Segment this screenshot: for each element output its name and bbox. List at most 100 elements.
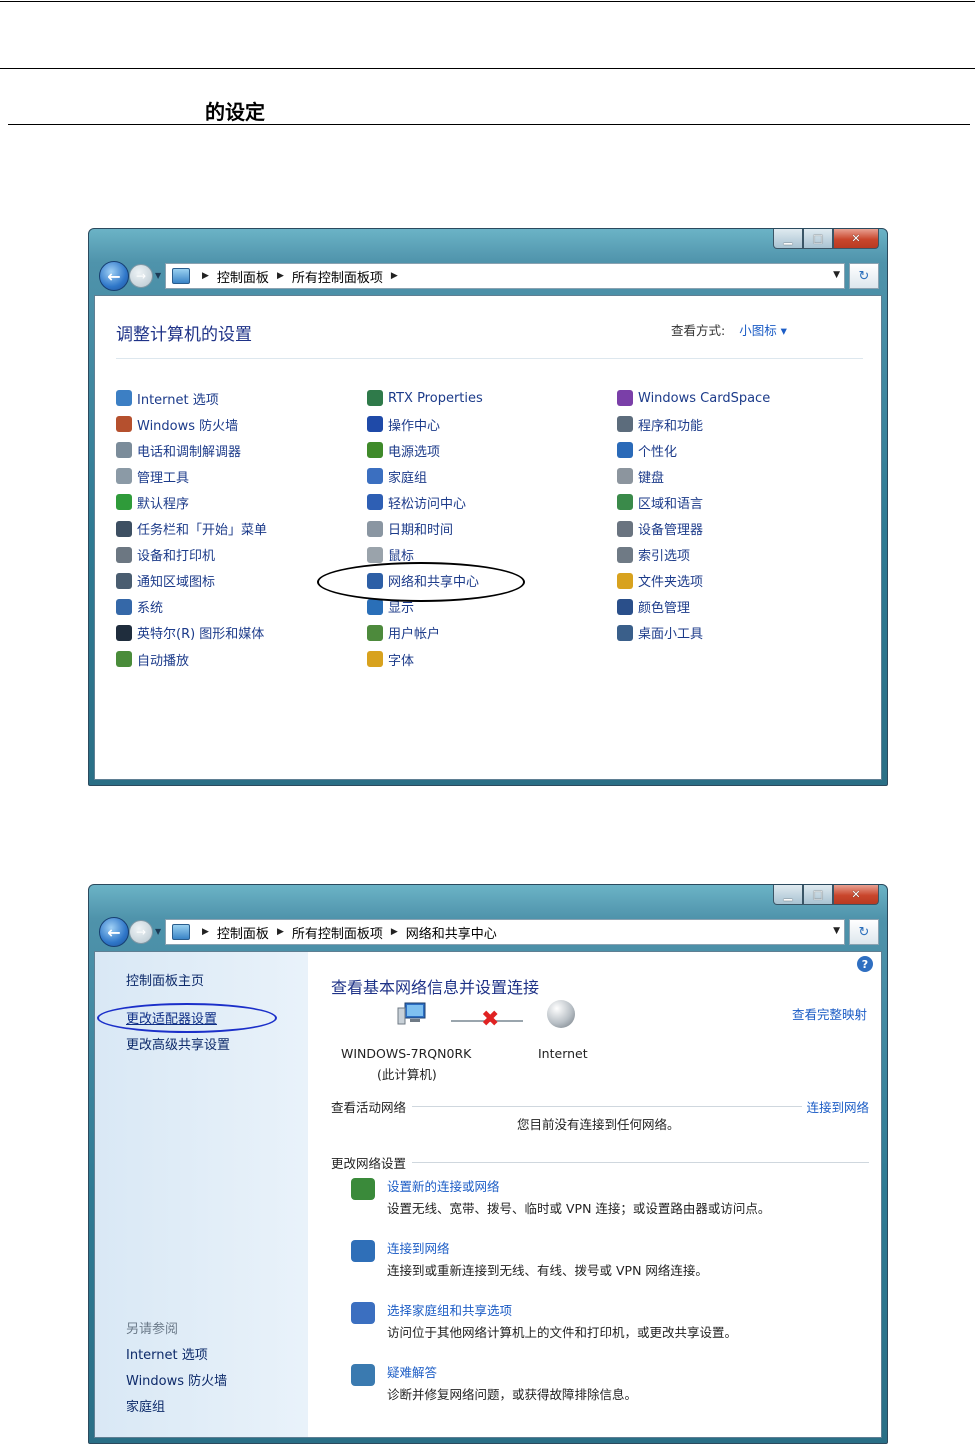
control-panel-item-label: 用户帐户 — [388, 627, 441, 643]
see-also-homegroup[interactable]: 家庭组 — [126, 1396, 165, 1415]
phone-modem-icon — [116, 442, 132, 459]
close-button[interactable]: ✕ — [833, 229, 879, 249]
page-title: 查看基本网络信息并设置连接 — [331, 978, 540, 997]
connect-to-network-link[interactable]: 连接到网络 — [802, 1097, 869, 1116]
control-panel-item[interactable]: Windows CardSpace — [617, 387, 770, 409]
header-rule — [0, 68, 975, 69]
network-task-link[interactable]: 设置新的连接或网络 — [387, 1176, 500, 1195]
admin-tools-icon — [116, 468, 132, 485]
address-dropdown-icon[interactable]: ▼ — [833, 270, 840, 280]
close-button[interactable]: ✕ — [833, 885, 879, 905]
history-dropdown-icon[interactable]: ▼ — [155, 927, 161, 936]
datetime-icon — [367, 520, 383, 537]
view-by-dropdown[interactable]: 小图标 ▾ — [739, 323, 787, 338]
help-icon[interactable]: ? — [857, 956, 873, 972]
breadcrumb-arrow-icon[interactable]: ▶ — [202, 271, 209, 281]
control-panel-item-label: RTX Properties — [388, 390, 483, 406]
autoplay-icon — [116, 651, 132, 667]
address-bar[interactable]: ▶ 控制面板 ▶ 所有控制面板项 ▶ ▼ — [165, 263, 845, 289]
control-panel-item[interactable]: 英特尔(R) 图形和媒体 — [116, 622, 264, 644]
view-by: 查看方式: 小图标 ▾ — [671, 320, 787, 339]
breadcrumb-all-items[interactable]: 所有控制面板项 — [292, 923, 383, 942]
forward-button[interactable]: → — [129, 264, 153, 288]
maximize-button[interactable]: □ — [803, 885, 833, 905]
control-panel-item-label: 管理工具 — [137, 470, 190, 486]
control-panel-item[interactable]: 操作中心 — [367, 413, 440, 435]
control-panel-item[interactable]: RTX Properties — [367, 387, 483, 409]
breadcrumb-arrow-icon[interactable]: ▶ — [391, 271, 398, 281]
history-dropdown-icon[interactable]: ▼ — [155, 271, 161, 280]
breadcrumb-network-center[interactable]: 网络和共享中心 — [406, 923, 497, 942]
breadcrumb-arrow-icon[interactable]: ▶ — [202, 927, 209, 937]
control-panel-item-label: 键盘 — [638, 470, 665, 486]
maximize-button[interactable]: □ — [803, 229, 833, 249]
breadcrumb-arrow-icon[interactable]: ▶ — [391, 927, 398, 937]
control-panel-item[interactable]: 任务栏和「开始」菜单 — [116, 518, 267, 540]
control-panel-item-label: 索引选项 — [638, 549, 691, 565]
back-button[interactable]: ← — [99, 917, 129, 947]
breadcrumb-control-panel[interactable]: 控制面板 — [217, 267, 269, 286]
view-by-label: 查看方式: — [671, 323, 726, 338]
refresh-button[interactable]: ↻ — [849, 263, 879, 289]
network-task-link[interactable]: 选择家庭组和共享选项 — [387, 1300, 512, 1319]
maximize-icon: □ — [812, 232, 824, 245]
control-panel-item[interactable]: 轻松访问中心 — [367, 491, 466, 513]
see-also-firewall[interactable]: Windows 防火墙 — [126, 1370, 227, 1389]
control-panel-item[interactable]: 设备和打印机 — [116, 544, 215, 566]
network-task-link[interactable]: 连接到网络 — [387, 1238, 450, 1257]
control-panel-item[interactable]: 文件夹选项 — [617, 570, 703, 592]
control-panel-item[interactable]: 索引选项 — [617, 544, 690, 566]
forward-button[interactable]: → — [129, 920, 153, 944]
control-panel-item[interactable]: 通知区域图标 — [116, 570, 215, 592]
control-panel-item[interactable]: 区域和语言 — [617, 491, 703, 513]
firewall-icon — [116, 416, 132, 433]
control-panel-item-label: 日期和时间 — [388, 523, 454, 538]
control-panel-item[interactable]: 设备管理器 — [617, 518, 703, 540]
control-panel-item[interactable]: 电话和调制解调器 — [116, 439, 241, 461]
minimize-button[interactable]: ▁ — [773, 229, 803, 249]
control-panel-item[interactable]: 程序和功能 — [617, 413, 703, 435]
homegroup-icon — [367, 468, 383, 485]
device-manager-icon — [617, 520, 633, 537]
full-map-link[interactable]: 查看完整映射 — [792, 1004, 867, 1023]
control-panel-item[interactable]: 日期和时间 — [367, 518, 453, 540]
back-button[interactable]: ← — [99, 261, 129, 291]
control-panel-item[interactable]: 家庭组 — [367, 465, 427, 487]
control-panel-item[interactable]: 电源选项 — [367, 439, 440, 461]
back-arrow-icon: ← — [107, 922, 121, 942]
cardspace-icon — [617, 390, 633, 406]
control-panel-item[interactable]: 个性化 — [617, 439, 677, 461]
see-also-internet-options[interactable]: Internet 选项 — [126, 1344, 208, 1363]
network-task-description: 连接到或重新连接到无线、有线、拨号或 VPN 网络连接。 — [387, 1263, 708, 1278]
refresh-icon: ↻ — [858, 268, 870, 284]
control-panel-item[interactable]: 系统 — [116, 596, 163, 618]
title-rule — [8, 124, 970, 125]
control-panel-item[interactable]: 字体 — [367, 648, 414, 670]
address-dropdown-icon[interactable]: ▼ — [833, 926, 840, 936]
breadcrumb-arrow-icon[interactable]: ▶ — [277, 271, 284, 281]
control-panel-item[interactable]: 颜色管理 — [617, 596, 690, 618]
control-panel-item[interactable]: 键盘 — [617, 465, 664, 487]
breadcrumb-control-panel[interactable]: 控制面板 — [217, 923, 269, 942]
network-task-description: 访问位于其他网络计算机上的文件和打印机，或更改共享设置。 — [387, 1325, 738, 1340]
control-panel-item[interactable]: Windows 防火墙 — [116, 413, 238, 435]
control-panel-item-label: 操作中心 — [388, 418, 441, 434]
control-panel-item[interactable]: 默认程序 — [116, 491, 189, 513]
control-panel-item[interactable]: 桌面小工具 — [617, 622, 703, 644]
control-panel-item[interactable]: 自动播放 — [116, 648, 189, 670]
minimize-button[interactable]: ▁ — [773, 885, 803, 905]
control-panel-item-label: 默认程序 — [137, 496, 190, 512]
personalization-icon — [617, 442, 633, 459]
address-bar[interactable]: ▶ 控制面板 ▶ 所有控制面板项 ▶ 网络和共享中心 ▼ — [165, 919, 845, 945]
network-task-link[interactable]: 疑难解答 — [387, 1362, 437, 1381]
control-panel-icon — [172, 268, 190, 284]
control-panel-item[interactable]: 管理工具 — [116, 465, 189, 487]
advanced-sharing-link[interactable]: 更改高级共享设置 — [126, 1034, 230, 1053]
sidebar-home-link[interactable]: 控制面板主页 — [126, 970, 204, 989]
close-icon: ✕ — [851, 888, 861, 901]
control-panel-item[interactable]: Internet 选项 — [116, 387, 219, 409]
refresh-button[interactable]: ↻ — [849, 919, 879, 945]
breadcrumb-arrow-icon[interactable]: ▶ — [277, 927, 284, 937]
control-panel-item[interactable]: 用户帐户 — [367, 622, 440, 644]
breadcrumb-all-items[interactable]: 所有控制面板项 — [292, 267, 383, 286]
